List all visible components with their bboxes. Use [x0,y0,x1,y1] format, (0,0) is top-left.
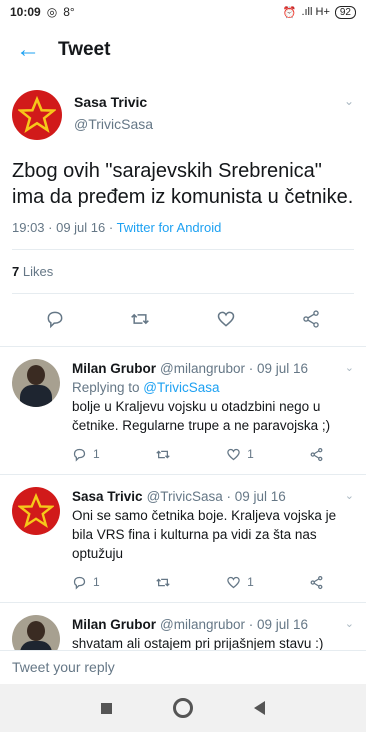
page-title: Tweet [58,39,111,60]
chevron-down-icon[interactable]: ⌄ [345,361,354,374]
share-icon[interactable] [300,308,322,330]
main-tweet: Sasa Trivic @TrivicSasa ⌄ Zbog ovih "sar… [0,76,366,347]
chevron-down-icon[interactable]: ⌄ [345,489,354,502]
replying-to-link[interactable]: @TrivicSasa [143,380,219,395]
chevron-down-icon[interactable]: ⌄ [345,617,354,630]
avatar[interactable] [12,359,60,407]
tweet-actions [12,294,354,346]
share-button[interactable] [309,445,324,464]
temperature: 8° [63,5,75,19]
tweet-text: Zbog ovih "sarajevskih Srebrenica" ima d… [12,160,354,208]
replying-to-label: Replying to [72,380,144,395]
clock: 10:09 [10,5,41,19]
tweet-source[interactable]: Twitter for Android [117,220,222,235]
recents-square-icon[interactable] [100,702,112,714]
like-button[interactable]: 1 [226,573,254,592]
chevron-down-icon[interactable]: ⌄ [344,94,354,108]
reply-count: 1 [93,575,100,589]
reply-icon[interactable] [44,308,66,330]
reply-author-handle: @TrivicSasa · 09 jul 16 [146,489,286,504]
share-icon [310,575,323,590]
heart-icon [227,448,240,461]
like-button[interactable]: 1 [226,445,254,464]
reply-tweet[interactable]: Milan Grubor @milangrubor · 09 jul 16 Rep… [0,347,366,475]
retweet-button[interactable] [155,445,171,464]
red-star-icon [18,493,54,528]
home-circle-icon[interactable] [172,698,193,718]
replying-to: Replying to @TrivicSasa [72,378,354,397]
top-bar: ← Tweet [0,24,366,76]
reply-author-handle: @milangrubor · 09 jul 16 [160,361,309,376]
system-nav-bar [0,684,366,732]
reply-button[interactable]: 1 [72,445,100,464]
author-name[interactable]: Sasa Trivic [74,94,153,110]
like-count: 1 [247,575,254,589]
back-arrow-icon[interactable]: ← [16,36,58,64]
heart-icon [227,576,240,589]
avatar[interactable] [12,90,62,140]
retweet-icon [156,450,170,459]
reply-tweet[interactable]: Sasa Trivic @TrivicSasa · 09 jul 16 Oni s… [0,475,366,603]
author-handle[interactable]: @TrivicSasa [74,116,153,132]
alarm-icon: ⏰ [282,6,297,19]
reply-button[interactable]: 1 [72,573,100,592]
retweet-button[interactable] [155,573,171,592]
reply-author-name[interactable]: Sasa Trivic [72,487,143,506]
signal-indicator: .ıll H+ [301,6,330,18]
reply-text: Oni se samo četnika boje. Kraljeva vojsk… [72,508,337,561]
reply-actions: 1 1 [72,445,354,464]
reply-author-handle: @milangrubor · 09 jul 16 [160,617,309,632]
like-count: 1 [247,447,254,461]
likes-label: Likes [19,264,54,279]
battery-indicator: 92 [334,5,356,19]
reply-count: 1 [93,447,100,461]
reply-author-name[interactable]: Milan Grubor [72,359,156,378]
likes-row[interactable]: 7 Likes [12,250,354,294]
tweet-timestamp: 19:03 · 09 jul 16 · [12,220,117,235]
reply-actions: 1 1 [72,573,354,592]
reply-icon [73,576,86,590]
red-star-icon [18,96,56,133]
share-icon [310,447,323,462]
status-bar: 10:09 ◎ 8° ⏰ .ıll H+ 92 [0,0,366,24]
avatar[interactable] [12,487,60,535]
reply-compose-input[interactable]: Tweet your reply [0,650,366,684]
back-triangle-icon[interactable] [254,701,266,715]
heart-icon[interactable] [215,308,237,330]
retweet-icon[interactable] [129,308,151,330]
share-button[interactable] [309,573,324,592]
reply-author-name[interactable]: Milan Grubor [72,615,156,634]
reply-icon [73,448,86,462]
instagram-icon: ◎ [46,5,58,19]
retweet-icon [156,578,170,587]
reply-text: bolje u Kraljevu vojsku u otadzbini nego… [72,399,331,433]
tweet-meta: 19:03 · 09 jul 16 · Twitter for Android [12,220,354,250]
